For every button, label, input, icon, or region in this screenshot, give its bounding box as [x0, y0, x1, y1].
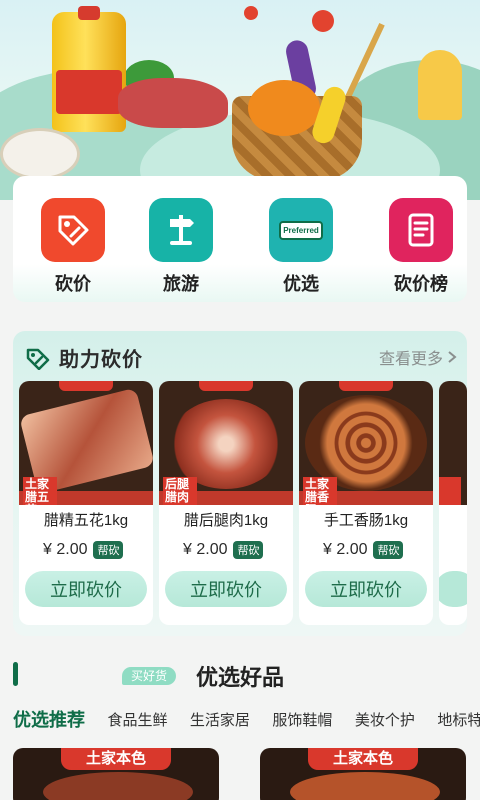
oil-cap-illustration [78, 6, 100, 20]
product-price: ¥ 2.00 [43, 541, 88, 558]
category-bargain[interactable]: 砍价 [23, 198, 123, 296]
product-tag: 土家腊香肠 [303, 477, 337, 505]
price-tag-icon [41, 198, 105, 262]
product-price: ¥ 2.00 [323, 541, 368, 558]
product-price-row: ¥ 2.00 帮砍 [183, 541, 264, 559]
product-card[interactable]: 后腿腊肉 腊后腿肉1kg ¥ 2.00 帮砍 立即砍价 [159, 381, 293, 625]
hero-banner[interactable] [0, 0, 480, 200]
product-name: 腊后腿肉1kg [183, 512, 269, 529]
product-tag: 土家腊五花 [23, 477, 57, 505]
tomato-illustration [312, 10, 334, 32]
tab-apparel[interactable]: 服饰鞋帽 [272, 709, 332, 730]
image-top-badge [339, 381, 393, 391]
oil-label-illustration [56, 70, 122, 114]
help-bargain-badge: 帮砍 [93, 541, 124, 559]
chevron-right-icon [448, 351, 457, 363]
product-card[interactable]: 土家腊五花 腊精五花1kg ¥ 2.00 帮砍 立即砍价 [19, 381, 153, 625]
signpost-icon [149, 198, 213, 262]
product-card[interactable]: 土家腊香肠 手工香肠1kg ¥ 2.00 帮砍 立即砍价 [299, 381, 433, 625]
category-label: 旅游 [163, 274, 199, 294]
view-more-label: 查看更多 [378, 351, 443, 368]
help-bargain-badge: 帮砍 [373, 541, 404, 559]
section-title: 优选好品 [195, 665, 284, 690]
goods-card-header: 土家本色 [61, 748, 171, 770]
product-image: 土家腊五花 [19, 381, 153, 505]
category-preferred[interactable]: Preferred 优选 [251, 198, 351, 296]
tab-home-living[interactable]: 生活家居 [190, 709, 250, 730]
bargain-now-button-partial[interactable] [439, 571, 467, 607]
product-tag: 后腿腊肉 [163, 477, 197, 505]
help-bargain-badge: 帮砍 [233, 541, 264, 559]
rice-bowl-illustration [0, 128, 80, 180]
preferred-sign-icon: Preferred [269, 198, 333, 262]
category-card: 砍价 旅游 Preferred 优选 砍价榜 [13, 176, 467, 302]
ranking-list-icon [389, 198, 453, 262]
pumpkin-illustration [248, 80, 320, 136]
preferred-sign-text: Preferred [279, 220, 323, 240]
product-price-row: ¥ 2.00 帮砍 [43, 541, 124, 559]
tab-beauty[interactable]: 美妆个护 [355, 709, 415, 730]
bargain-now-button[interactable]: 立即砍价 [25, 571, 147, 607]
product-image [439, 381, 467, 505]
meat-illustration [118, 78, 228, 128]
bargain-now-button[interactable]: 立即砍价 [165, 571, 287, 607]
goods-card-header: 土家本色 [308, 748, 418, 770]
product-card-partial[interactable] [439, 381, 467, 625]
product-price: ¥ 2.00 [183, 541, 228, 558]
bargain-now-button[interactable]: 立即砍价 [305, 571, 427, 607]
section-title: 助力砍价 [59, 349, 143, 371]
view-more-link[interactable]: 查看更多 [379, 345, 457, 369]
assist-bargain-section: 助力砍价 查看更多 土家腊五花 腊精五花1kg ¥ 2.00 帮砍 立即砍价 后… [13, 331, 467, 636]
tab-local-specialty[interactable]: 地标特 [437, 709, 480, 730]
tower-illustration [418, 50, 462, 120]
product-price-row: ¥ 2.00 帮砍 [323, 541, 404, 559]
product-image: 土家腊香肠 [299, 381, 433, 505]
goods-image [43, 772, 193, 800]
category-travel[interactable]: 旅游 [131, 198, 231, 296]
tab-fresh-food[interactable]: 食品生鲜 [107, 709, 167, 730]
image-top-badge [59, 381, 113, 391]
tomato-illustration [244, 6, 258, 20]
image-top-badge [199, 381, 253, 391]
tab-recommended[interactable]: 优选推荐 [13, 706, 85, 732]
buy-good-chip: 买好货 [122, 667, 176, 685]
discount-tag-icon [26, 348, 50, 370]
goods-card[interactable]: 土家本色 [13, 748, 219, 800]
goods-image [290, 772, 440, 800]
category-bargain-ranking[interactable]: 砍价榜 [371, 198, 471, 296]
section-header: 助力砍价 [25, 343, 143, 372]
product-name: 腊精五花1kg [43, 512, 129, 529]
category-label: 优选 [283, 274, 319, 294]
category-label: 砍价 [55, 274, 91, 294]
category-label: 砍价榜 [394, 274, 448, 294]
product-image: 后腿腊肉 [159, 381, 293, 505]
goods-card[interactable]: 土家本色 [260, 748, 466, 800]
product-name: 手工香肠1kg [323, 512, 409, 529]
category-tabs: 优选推荐 食品生鲜 生活家居 服饰鞋帽 美妆个护 地标特 [13, 706, 480, 734]
